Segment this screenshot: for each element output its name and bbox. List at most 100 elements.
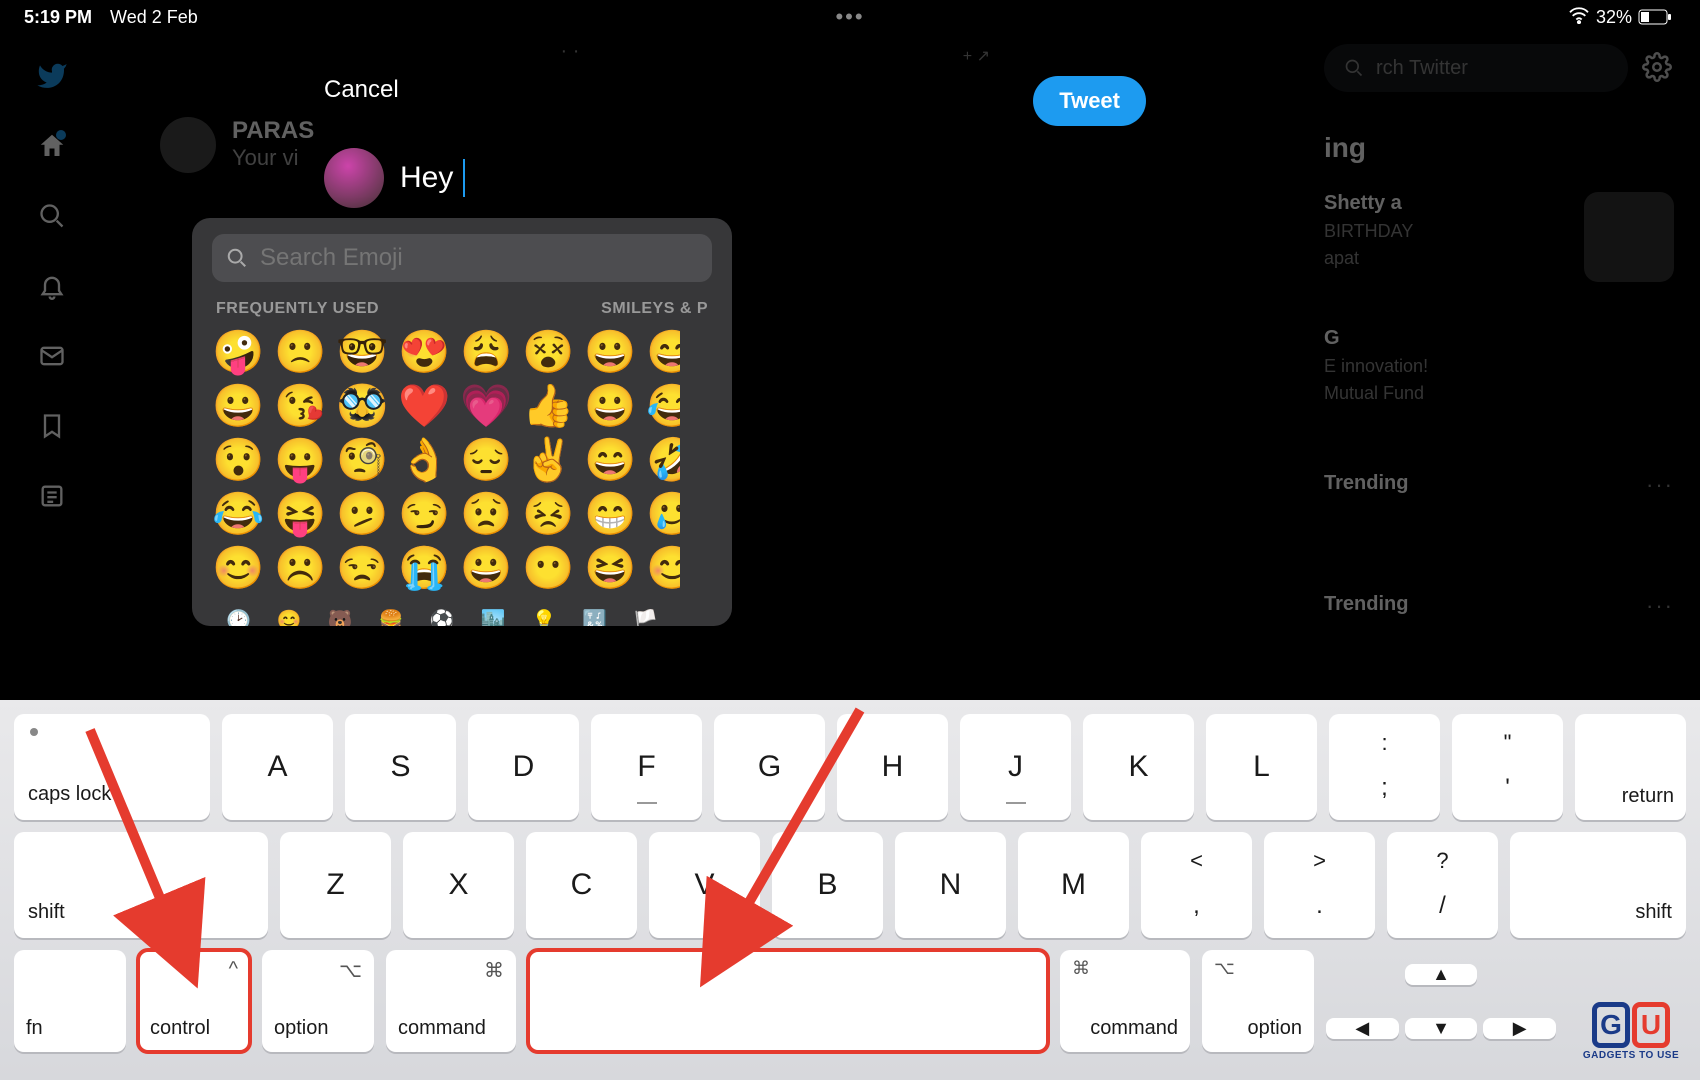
emoji-category-icon[interactable]: 🏳️ [633,608,658,626]
emoji-cell[interactable]: 😭 [398,542,450,594]
key-punct[interactable]: <, [1141,832,1252,938]
emoji-cell[interactable]: ❤️ [398,380,450,432]
emoji-category-icon[interactable]: 💡 [531,608,556,626]
emoji-cell[interactable]: 😀 [212,380,264,432]
multitask-dots-icon[interactable]: ••• [835,4,864,30]
key-option-right[interactable]: ⌥option [1202,950,1314,1052]
emoji-cell[interactable]: 😊 [646,542,680,594]
emoji-cell[interactable]: 🥸 [336,380,388,432]
emoji-cell[interactable]: 🥲 [646,488,680,540]
trend-more-icon[interactable]: ··· [1646,593,1674,619]
emoji-cell[interactable]: 🤣 [646,434,680,486]
emoji-cell[interactable]: 😀 [584,380,636,432]
key-punct[interactable]: >. [1264,832,1375,938]
bookmarks-icon[interactable] [36,410,68,442]
notifications-icon[interactable] [36,270,68,302]
twitter-logo-icon[interactable] [36,60,68,92]
emoji-category-icon[interactable]: 🍔 [379,608,404,626]
emoji-cell[interactable]: 😂 [646,380,680,432]
emoji-cell[interactable]: 😀 [460,542,512,594]
key-arrow-right[interactable]: ▶ [1483,1018,1556,1039]
trend-item[interactable]: ··· Trending [1324,523,1674,616]
emoji-cell[interactable]: 😏 [398,488,450,540]
key-shift-right[interactable]: shift [1510,832,1686,938]
emoji-cell[interactable]: 😩 [460,326,512,378]
feed-avatar[interactable] [160,117,216,173]
emoji-category-icon[interactable]: 🔣 [582,608,607,626]
home-icon[interactable] [36,130,68,162]
emoji-cell[interactable]: 😄 [584,434,636,486]
messages-icon[interactable] [36,340,68,372]
key-g[interactable]: G [714,714,825,820]
key-arrow-up[interactable]: ▲ [1405,964,1478,985]
emoji-cell[interactable]: 😁 [584,488,636,540]
compose-text-input[interactable]: Hey [400,159,465,197]
key-s[interactable]: S [345,714,456,820]
trend-more-icon[interactable]: ··· [1646,472,1674,498]
key-shift-left[interactable]: shift [14,832,268,938]
emoji-cell[interactable]: 😣 [522,488,574,540]
key-a[interactable]: A [222,714,333,820]
feed-username[interactable]: PARAS [232,117,314,145]
emoji-cell[interactable]: 👌 [398,434,450,486]
emoji-cell[interactable]: 🧐 [336,434,388,486]
emoji-cell[interactable]: 😯 [212,434,264,486]
emoji-search-input[interactable] [260,244,698,272]
search-twitter-input[interactable]: rch Twitter [1324,44,1628,92]
emoji-category-icon[interactable]: ⚽ [430,608,455,626]
lists-icon[interactable] [36,480,68,512]
key-capslock[interactable]: caps lock [14,714,210,820]
emoji-cell[interactable]: 😆 [584,542,636,594]
key-c[interactable]: C [526,832,637,938]
trend-item[interactable]: ··· Trending [1324,432,1674,495]
emoji-search[interactable] [212,234,712,282]
emoji-cell[interactable]: 😘 [274,380,326,432]
key-command-right[interactable]: ⌘command [1060,950,1190,1052]
emoji-cell[interactable]: 👍 [522,380,574,432]
key-command[interactable]: ⌘command [386,950,516,1052]
emoji-cell[interactable]: 😶 [522,542,574,594]
key-arrow-down[interactable]: ▼ [1405,1018,1478,1039]
key-space[interactable] [528,950,1048,1052]
emoji-category-icon[interactable]: 😊 [277,608,302,626]
key-fn[interactable]: fn [14,950,126,1052]
key-m[interactable]: M [1018,832,1129,938]
key-k[interactable]: K [1083,714,1194,820]
emoji-cell[interactable]: 🫤 [336,488,388,540]
emoji-category-icon[interactable]: 🐻 [328,608,353,626]
key-b[interactable]: B [772,832,883,938]
emoji-cell[interactable]: 😍 [398,326,450,378]
emoji-cell[interactable]: 😂 [212,488,264,540]
key-h[interactable]: H [837,714,948,820]
key-arrow-left[interactable]: ◀ [1326,1018,1399,1039]
emoji-cell[interactable]: 😊 [212,542,264,594]
key-punct[interactable]: "' [1452,714,1563,820]
cancel-button[interactable]: Cancel [324,76,399,104]
key-punct[interactable]: ?/ [1387,832,1498,938]
key-n[interactable]: N [895,832,1006,938]
key-v[interactable]: V [649,832,760,938]
emoji-cell[interactable]: 😅 [646,326,680,378]
emoji-cell[interactable]: 🙁 [274,326,326,378]
search-icon[interactable] [36,200,68,232]
tweet-button[interactable]: Tweet [1033,76,1146,126]
emoji-cell[interactable]: 💗 [460,380,512,432]
key-d[interactable]: D [468,714,579,820]
emoji-cell[interactable]: 😛 [274,434,326,486]
settings-gear-icon[interactable] [1642,52,1674,84]
emoji-cell[interactable]: 🤪 [212,326,264,378]
emoji-cell[interactable]: 😀 [584,326,636,378]
emoji-cell[interactable]: 😔 [460,434,512,486]
emoji-cell[interactable]: ✌️ [522,434,574,486]
emoji-cell[interactable]: 🤓 [336,326,388,378]
emoji-cell[interactable]: 😝 [274,488,326,540]
emoji-cell[interactable]: 😟 [460,488,512,540]
key-punct[interactable]: :; [1329,714,1440,820]
emoji-cell[interactable]: ☹️ [274,542,326,594]
trend-item[interactable]: G E innovation! Mutual Fund [1324,297,1674,404]
key-option[interactable]: ⌥option [262,950,374,1052]
key-l[interactable]: L [1206,714,1317,820]
emoji-category-icon[interactable]: 🕑 [226,608,251,626]
emoji-cell[interactable]: 😒 [336,542,388,594]
emoji-cell[interactable]: 😵 [522,326,574,378]
